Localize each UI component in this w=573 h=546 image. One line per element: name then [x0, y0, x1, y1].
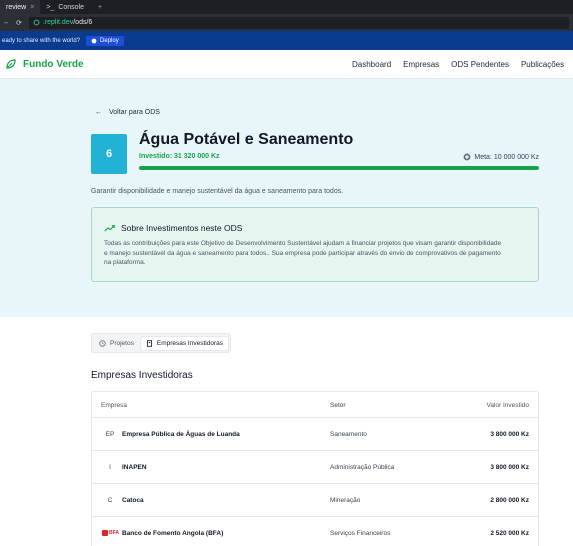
company-logo-text: BFA — [109, 530, 119, 536]
company-avatar: C — [107, 497, 113, 504]
app-header: Fundo Verde Dashboard Empresas ODS Pende… — [0, 50, 573, 79]
company-sector: Administração Pública — [330, 464, 395, 471]
ods-number-badge: 6 — [91, 134, 127, 174]
table-header: Empresa Setor Valor Investido — [92, 392, 538, 418]
content-tabs: Projetos Empresas Investidoras — [91, 333, 231, 353]
company-name: Banco de Fomento Angola (BFA) — [122, 530, 224, 537]
tab-projetos[interactable]: Projetos — [94, 337, 139, 350]
building-icon — [146, 339, 152, 347]
tab-empresas-investidoras[interactable]: Empresas Investidoras — [140, 336, 228, 350]
banner-text: eady to share with the world? — [2, 37, 81, 44]
invested-value: 3 800 000 Kz — [490, 464, 529, 471]
header-sector: Setor — [330, 402, 346, 409]
link-icon — [33, 19, 40, 26]
info-card-body: Todas as contribuições para este Objetiv… — [104, 240, 502, 266]
header-value: Valor Investido — [486, 402, 529, 409]
invested-value: 2 520 000 Kz — [490, 530, 529, 537]
clock-icon — [99, 339, 106, 347]
terminal-icon: >_ — [46, 3, 55, 11]
company-sector: Mineração — [330, 497, 361, 504]
ods-hero: ← Voltar para ODS 6 Água Potável e Sanea… — [0, 79, 573, 317]
tab-label: Empresas Investidoras — [156, 339, 223, 347]
info-card: Sobre Investimentos neste ODS Todas as c… — [91, 207, 539, 282]
deploy-label: Deploy — [100, 37, 119, 44]
leaf-icon — [6, 59, 16, 69]
tab-label: Projetos — [110, 339, 134, 347]
table-row[interactable]: I INAPEN Administração Pública 3 800 000… — [92, 451, 538, 484]
nav-ods-pendentes[interactable]: ODS Pendentes — [451, 60, 509, 69]
nav-publicacoes[interactable]: Publicações — [521, 60, 564, 69]
invested-value: 2 800 000 Kz — [490, 497, 529, 504]
company-logo: BFA — [102, 530, 119, 536]
deploy-icon — [91, 38, 97, 43]
close-icon[interactable]: × — [30, 4, 34, 11]
tab-preview[interactable]: review × — [0, 0, 41, 14]
company-name: INAPEN — [122, 464, 147, 471]
target-icon — [463, 153, 471, 161]
trending-up-icon — [104, 225, 115, 232]
info-card-title: Sobre Investimentos neste ODS — [104, 223, 242, 233]
company-sector: Serviços Financeiros — [330, 530, 391, 537]
deploy-banner: eady to share with the world? Deploy — [0, 31, 573, 50]
bfa-logo-mark — [102, 530, 108, 536]
company-name: Catoca — [122, 497, 144, 504]
progress-fill — [139, 166, 539, 170]
new-tab-button[interactable]: + — [90, 4, 110, 11]
address-input[interactable]: .replit.dev/ods/6 — [28, 16, 569, 29]
goal-label: Meta: 10 000 000 Kz — [474, 153, 539, 161]
company-avatar: I — [109, 464, 111, 471]
main-nav: Dashboard Empresas ODS Pendentes Publica… — [352, 60, 564, 69]
info-title-text: Sobre Investimentos neste ODS — [121, 223, 243, 233]
table-row[interactable]: EP Empresa Pública de Águas de Luanda Sa… — [92, 418, 538, 451]
table-row[interactable]: BFA Banco de Fomento Angola (BFA) Serviç… — [92, 517, 538, 546]
brand-logo[interactable]: Fundo Verde — [5, 58, 84, 70]
investment-progress-bar — [139, 166, 539, 170]
forward-icon[interactable]: → — [2, 19, 9, 26]
url-path: /ods/6 — [73, 19, 93, 26]
deploy-button[interactable]: Deploy — [86, 35, 124, 46]
tab-console[interactable]: >_ Console — [40, 0, 90, 14]
table-row[interactable]: C Catoca Mineração 2 800 000 Kz — [92, 484, 538, 517]
nav-dashboard[interactable]: Dashboard — [352, 60, 391, 69]
arrow-left-icon: ← — [95, 109, 102, 116]
nav-empresas[interactable]: Empresas — [403, 60, 439, 69]
header-company: Empresa — [101, 402, 128, 409]
browser-tab-bar: review × >_ Console + — [0, 0, 573, 14]
back-label: Voltar para ODS — [109, 109, 160, 116]
section-title: Empresas Investidoras — [91, 370, 193, 381]
tab-label: Console — [58, 3, 84, 11]
page-title: Água Potável e Saneamento — [139, 131, 354, 148]
company-avatar: EP — [105, 431, 115, 438]
invested-amount: Investido: 31 320 000 Kz — [139, 153, 220, 160]
company-name: Empresa Pública de Águas de Luanda — [122, 431, 240, 438]
url-host: .replit.dev — [42, 19, 74, 26]
investors-table: Empresa Setor Valor Investido EP Empresa… — [91, 391, 539, 546]
invested-value: 3 800 000 Kz — [490, 431, 529, 438]
goal-amount: Meta: 10 000 000 Kz — [463, 153, 539, 161]
brand-name: Fundo Verde — [23, 58, 84, 70]
reload-icon[interactable]: ⟳ — [16, 19, 22, 27]
back-link[interactable]: ← Voltar para ODS — [95, 109, 160, 116]
ods-description: Garantir disponibilidade e manejo susten… — [91, 188, 344, 195]
company-sector: Saneamento — [330, 431, 367, 438]
tab-label: review — [6, 3, 27, 11]
address-bar-row: → ⟳ .replit.dev/ods/6 — [0, 14, 573, 31]
